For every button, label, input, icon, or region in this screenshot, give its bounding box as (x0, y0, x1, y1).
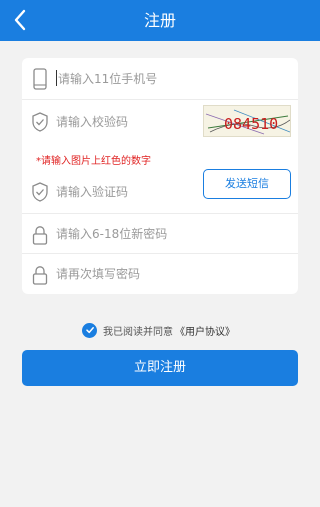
captcha-input[interactable] (56, 112, 196, 132)
password-confirm-row (22, 254, 298, 294)
captcha-text: 084510 (224, 115, 278, 133)
lock-icon (30, 263, 50, 287)
page-title: 注册 (143, 11, 176, 30)
agreement-row: 我已阅读并同意 《用户协议》 (82, 322, 235, 338)
app-header: 注册 (0, 0, 320, 41)
send-sms-button[interactable]: 发送短信 (203, 169, 291, 199)
shield-check-icon (30, 110, 50, 134)
user-agreement-link[interactable]: 《用户协议》 (175, 323, 235, 338)
phone-icon (30, 67, 50, 91)
password-input[interactable] (56, 224, 276, 244)
text-cursor (56, 70, 57, 86)
agreement-checkbox[interactable] (82, 322, 97, 338)
captcha-hint: *请输入图片上红色的数字 (36, 156, 151, 167)
captcha-image[interactable]: 084510 (203, 105, 291, 137)
phone-input[interactable] (58, 69, 288, 89)
agreement-text: 我已阅读并同意 (103, 326, 173, 338)
sms-code-input[interactable] (56, 182, 196, 202)
password-confirm-input[interactable] (56, 264, 276, 284)
register-button[interactable]: 立即注册 (22, 350, 298, 386)
register-form-card: *请输入图片上红色的数字 084510 发送短信 (22, 58, 298, 294)
shield-check-icon (30, 180, 50, 204)
lock-icon (30, 223, 50, 247)
phone-row (22, 58, 298, 100)
password-row (22, 214, 298, 254)
check-icon (85, 327, 94, 334)
